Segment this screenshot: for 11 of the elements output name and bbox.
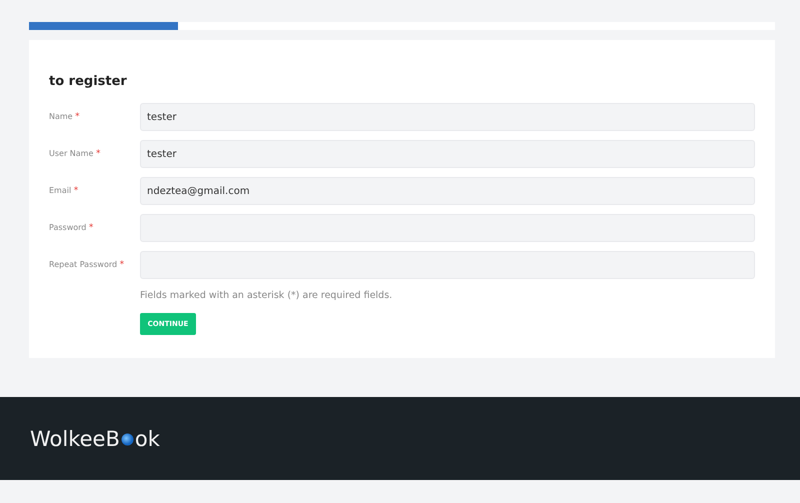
required-note: Fields marked with an asterisk (*) are required fields. — [140, 290, 394, 301]
input-field[interactable]: ndeztea@gmail.com — [140, 177, 755, 205]
field-label: Name * — [49, 112, 81, 122]
input-field[interactable]: tester — [140, 140, 755, 168]
field-label: Password * — [49, 223, 94, 233]
field-label: Repeat Password * — [49, 260, 126, 270]
field-label: User Name * — [49, 149, 102, 159]
field-label: Email * — [49, 186, 80, 196]
form-title: to register — [49, 74, 128, 89]
logo[interactable]: WolkeeB ok — [30, 426, 160, 450]
input-field[interactable]: tester — [140, 103, 755, 131]
